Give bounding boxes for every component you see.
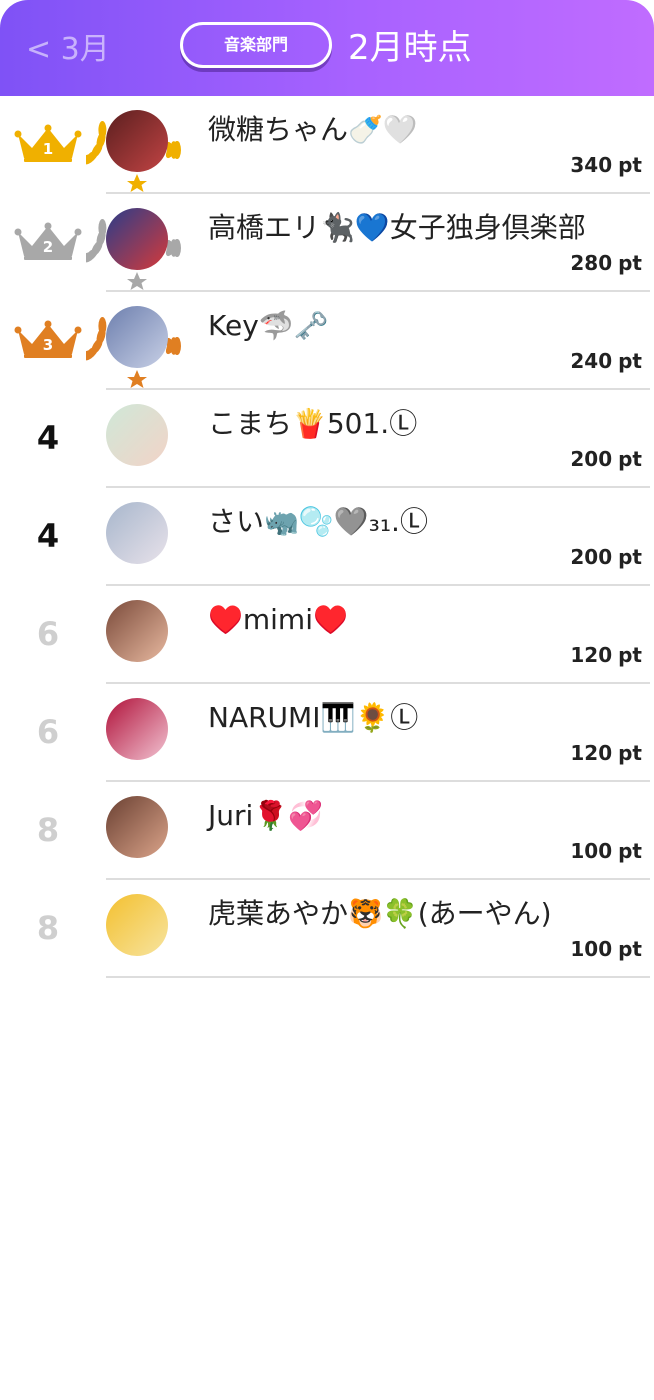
points-unit: pt <box>618 153 642 177</box>
ranking-row[interactable]: 4 さい🦏🫧🩶₃₁.Ⓛ 200 pt <box>0 488 654 586</box>
points-number: 120 <box>570 643 613 667</box>
avatar[interactable] <box>106 110 168 172</box>
crown-icon: 1 <box>14 124 82 162</box>
points-value: 280 pt <box>570 250 642 276</box>
points-value: 340 pt <box>570 152 642 178</box>
points-number: 340 <box>570 153 613 177</box>
performer-name[interactable]: 虎葉あやか🐯🍀(あーやん) <box>208 896 552 932</box>
ranking-row[interactable]: 6 NARUMI🎹🌻Ⓛ 120 pt <box>0 684 654 782</box>
ranking-row[interactable]: 6 ♥️mimi♥️ 120 pt <box>0 586 654 684</box>
rank-number: 8 <box>36 909 60 947</box>
avatar[interactable] <box>106 502 168 564</box>
row-divider <box>106 976 650 978</box>
previous-month-link[interactable]: < 3月 <box>26 30 110 70</box>
points-value: 200 pt <box>570 544 642 570</box>
performer-name[interactable]: こまち🍟501.Ⓛ <box>208 406 417 442</box>
points-number: 200 <box>570 545 613 569</box>
points-number: 240 <box>570 349 613 373</box>
ranking-row[interactable]: 2 高橋エリ🐈‍⬛💙女子独身倶楽部 280 pt <box>0 194 654 292</box>
points-number: 280 <box>570 251 613 275</box>
performer-name[interactable]: NARUMI🎹🌻Ⓛ <box>208 700 418 736</box>
performer-name[interactable]: 微糖ちゃん🍼🤍 <box>208 112 418 148</box>
performer-name[interactable]: Key🦈🗝️ <box>208 308 329 344</box>
rank-number: 4 <box>36 419 60 457</box>
points-unit: pt <box>618 545 642 569</box>
performer-name[interactable]: Juri🌹💞 <box>208 798 323 834</box>
ranking-row[interactable]: 1 微糖ちゃん🍼🤍 340 pt <box>0 96 654 194</box>
points-unit: pt <box>618 349 642 373</box>
ranking-row[interactable]: 4 こまち🍟501.Ⓛ 200 pt <box>0 390 654 488</box>
points-value: 100 pt <box>570 936 642 962</box>
points-unit: pt <box>618 937 642 961</box>
rank-number: 6 <box>36 615 60 653</box>
avatar[interactable] <box>106 600 168 662</box>
avatar[interactable] <box>106 698 168 760</box>
points-value: 100 pt <box>570 838 642 864</box>
points-number: 100 <box>570 937 613 961</box>
points-unit: pt <box>618 741 642 765</box>
avatar[interactable] <box>106 894 168 956</box>
avatar[interactable] <box>106 404 168 466</box>
ranking-list: 1 微糖ちゃん🍼🤍 340 pt 2 高橋エリ🐈‍⬛💙女子独身倶楽部 280 pt 3 Key🦈🗝… <box>0 96 654 978</box>
points-unit: pt <box>618 643 642 667</box>
points-number: 120 <box>570 741 613 765</box>
avatar[interactable] <box>106 306 168 368</box>
performer-name[interactable]: ♥️mimi♥️ <box>208 602 348 638</box>
points-number: 100 <box>570 839 613 863</box>
points-number: 200 <box>570 447 613 471</box>
ranking-row[interactable]: 3 Key🦈🗝️ 240 pt <box>0 292 654 390</box>
rank-number: 6 <box>36 713 60 751</box>
avatar[interactable] <box>106 208 168 270</box>
performer-name[interactable]: さい🦏🫧🩶₃₁.Ⓛ <box>208 504 428 540</box>
crown-rank-number: 3 <box>43 336 53 354</box>
crown-rank-number: 2 <box>43 238 53 256</box>
crown-rank-number: 1 <box>43 140 53 158</box>
crown-icon: 3 <box>14 320 82 358</box>
points-unit: pt <box>618 839 642 863</box>
points-value: 120 pt <box>570 642 642 668</box>
rank-number: 8 <box>36 811 60 849</box>
category-toggle-button[interactable]: 音楽部門 <box>180 22 332 68</box>
ranking-row[interactable]: 8 虎葉あやか🐯🍀(あーやん) 100 pt <box>0 880 654 978</box>
points-value: 120 pt <box>570 740 642 766</box>
points-unit: pt <box>618 447 642 471</box>
period-title: 2月時点 <box>348 28 472 68</box>
avatar[interactable] <box>106 796 168 858</box>
performer-name[interactable]: 高橋エリ🐈‍⬛💙女子独身倶楽部 <box>208 210 586 246</box>
points-unit: pt <box>618 251 642 275</box>
rank-number: 4 <box>36 517 60 555</box>
ranking-row[interactable]: 8 Juri🌹💞 100 pt <box>0 782 654 880</box>
crown-icon: 2 <box>14 222 82 260</box>
points-value: 240 pt <box>570 348 642 374</box>
ranking-header: < 3月 音楽部門 2月時点 <box>0 0 654 96</box>
points-value: 200 pt <box>570 446 642 472</box>
